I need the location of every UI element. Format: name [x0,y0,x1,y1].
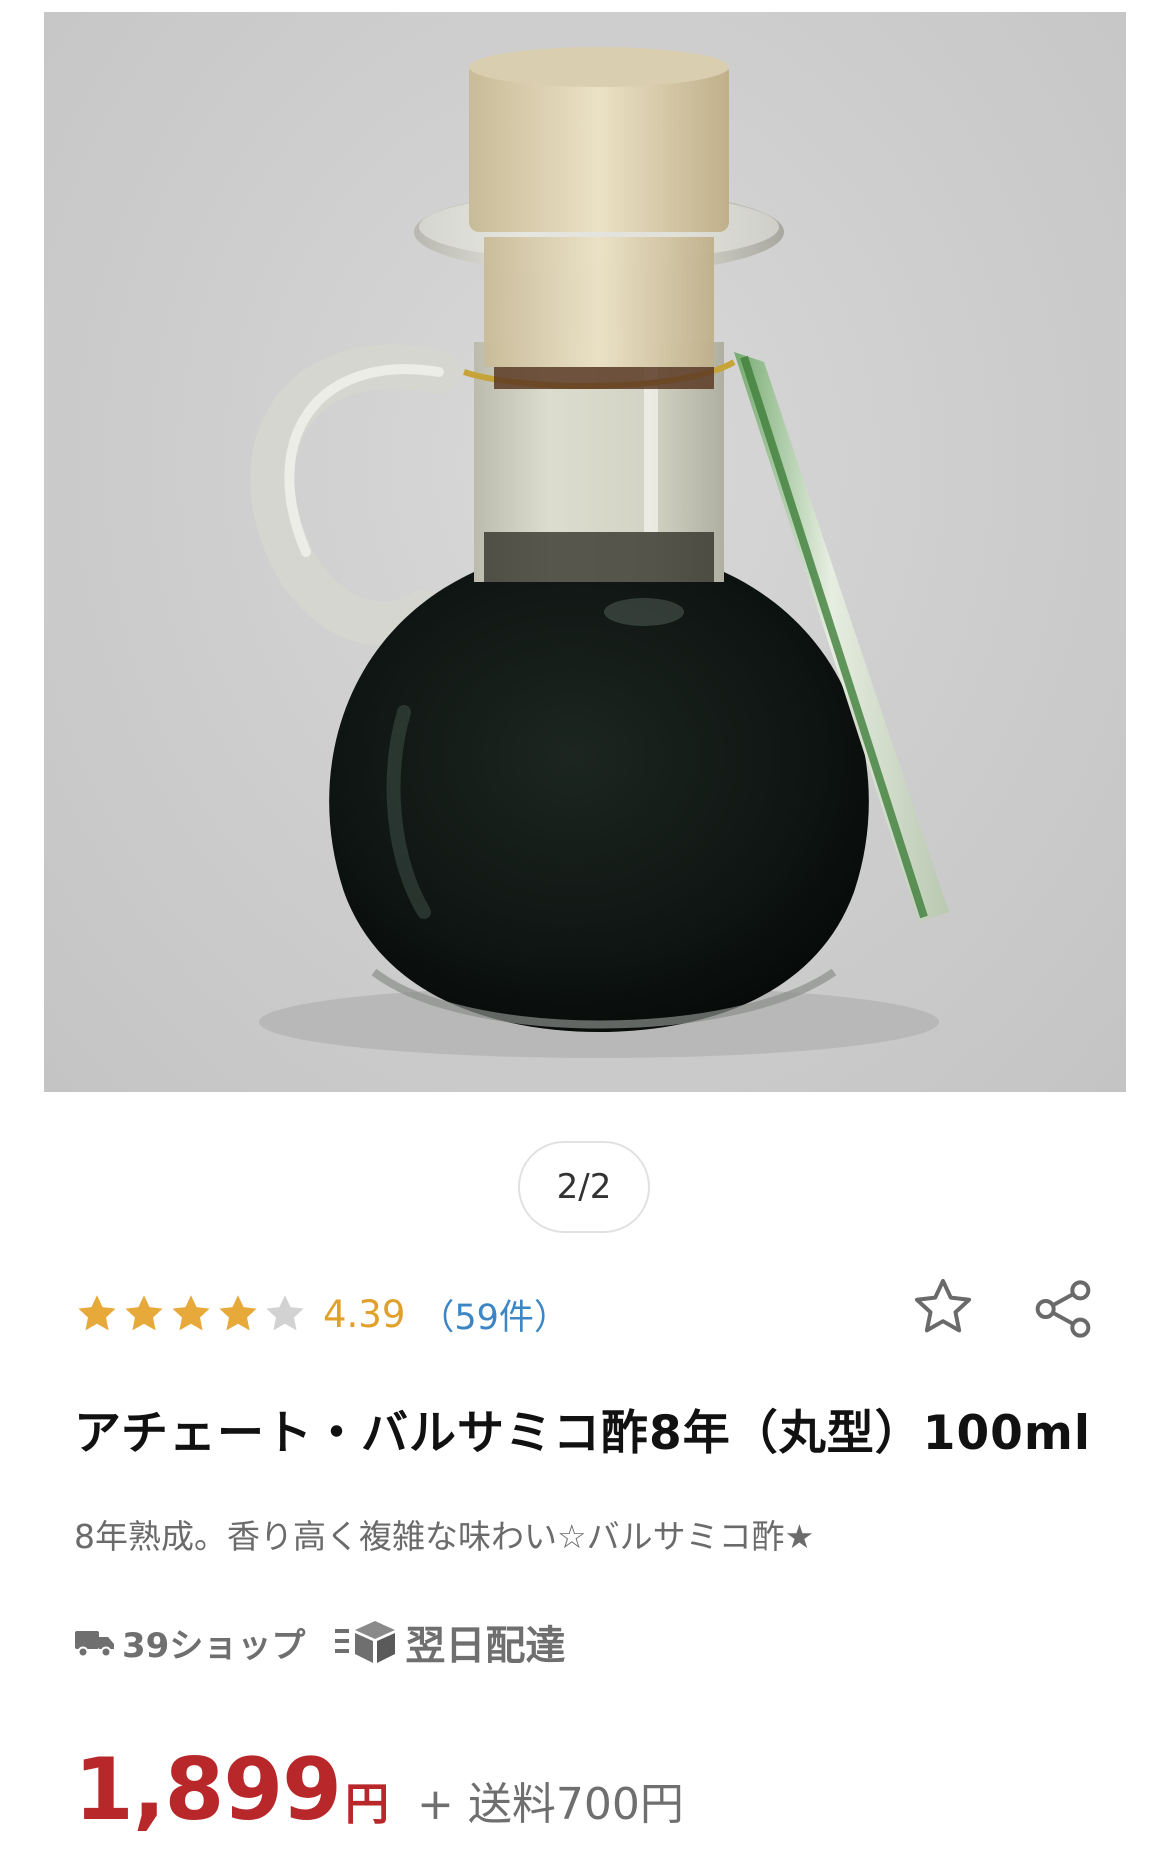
image-pager-indicator: 2/2 [518,1141,650,1233]
review-count-link[interactable]: （59件） [419,1289,569,1340]
box-icon [335,1621,396,1663]
product-image[interactable] [44,12,1126,1092]
product-title: アチェート・バルサミコ酢8年（丸型）100ml [74,1406,1091,1461]
price-amount: 1,899 [74,1740,342,1840]
share-button[interactable] [1026,1272,1100,1346]
share-icon [1035,1280,1091,1338]
price-row: 1,899 円 + 送料700円 [74,1740,684,1840]
truck-icon [75,1631,114,1658]
next-day-delivery-label: 翌日配達 [405,1623,566,1669]
star-filled-icon [78,1295,116,1331]
shop-39-label: 39ショップ [122,1625,306,1666]
bottle-illustration [250,47,949,1058]
rating-row[interactable]: 4.39 （59件） [74,1284,569,1344]
price-unit: 円 [345,1779,390,1830]
next-day-delivery-badge: 翌日配達 [333,1613,565,1671]
favorite-button[interactable] [906,1270,980,1344]
rating-stars [74,1291,309,1337]
star-outline-icon [914,1278,972,1333]
rating-score: 4.39 [323,1292,406,1336]
badge-row: 39ショップ 翌日配達 [74,1614,565,1670]
star-filled-icon [172,1295,210,1331]
product-catch-copy: 8年熟成。香り高く複雑な味わい☆バルサミコ酢★ [74,1517,815,1556]
shop-39-badge: 39ショップ [74,1618,305,1667]
star-empty-icon [266,1295,304,1331]
star-filled-icon [219,1295,257,1331]
pager-text: 2/2 [556,1167,612,1207]
shipping-fee: + 送料700円 [417,1779,684,1830]
star-filled-icon [125,1295,163,1331]
